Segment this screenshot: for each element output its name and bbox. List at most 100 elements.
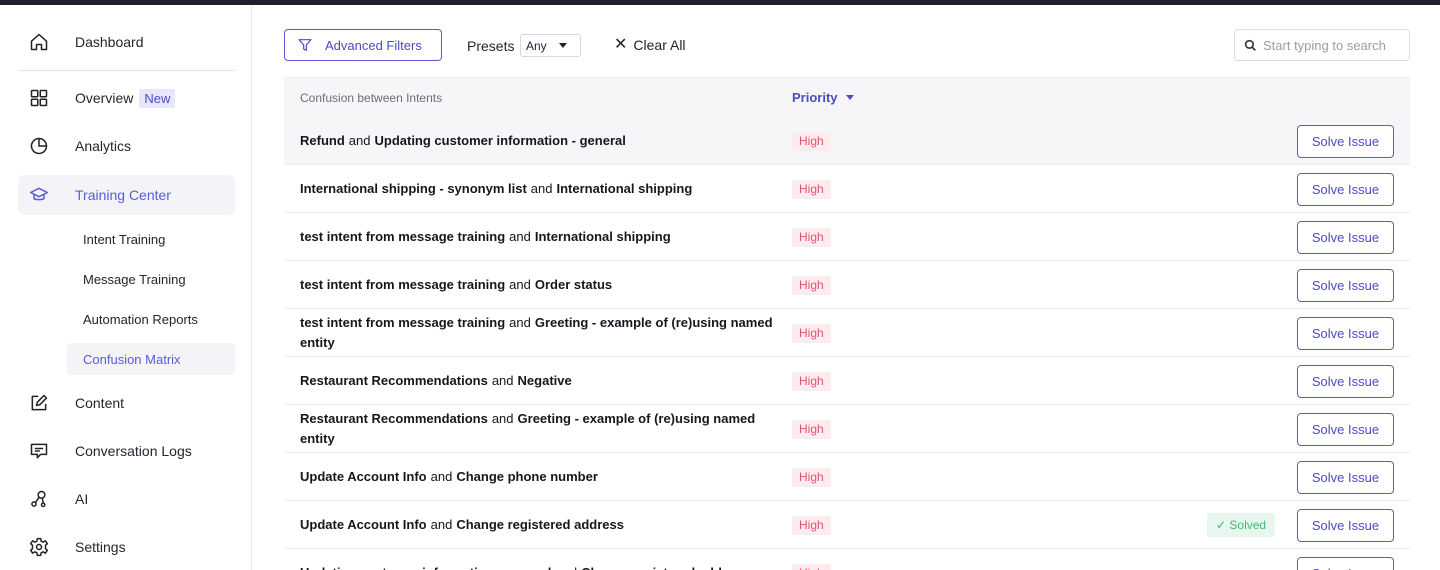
solve-issue-button[interactable]: Solve Issue bbox=[1297, 365, 1394, 398]
sidebar-item-label: Overview bbox=[75, 89, 134, 106]
intent-a: Restaurant Recommendations bbox=[300, 373, 488, 388]
priority-badge: High bbox=[792, 564, 831, 570]
sidebar-item-content[interactable]: Content bbox=[18, 383, 235, 423]
filter-icon bbox=[298, 39, 312, 51]
intent-b: Order status bbox=[534, 277, 613, 292]
intent-pair: Updating customer information - general a… bbox=[300, 549, 780, 570]
advanced-filters-button[interactable]: Advanced Filters bbox=[284, 29, 442, 61]
intent-pair: test intent from message training and Inte… bbox=[300, 213, 780, 261]
solve-issue-button[interactable]: Solve Issue bbox=[1297, 317, 1394, 350]
intent-a: test intent from message training bbox=[300, 229, 506, 244]
and-text: and bbox=[430, 517, 453, 532]
intent-pair: Restaurant Recommendations and Greeting - … bbox=[300, 405, 780, 453]
solve-issue-button[interactable]: Solve Issue bbox=[1297, 125, 1394, 158]
sidebar-item-dashboard[interactable]: Dashboard bbox=[18, 22, 235, 62]
sidebar-subitem-label: Intent Training bbox=[83, 231, 166, 247]
priority-badge: High bbox=[792, 132, 831, 151]
priority-badge: High bbox=[792, 180, 831, 199]
column-header-priority[interactable]: Priority bbox=[792, 90, 854, 105]
priority-badge: High bbox=[792, 276, 831, 295]
intent-a: test intent from message training bbox=[300, 315, 506, 330]
and-text: and bbox=[491, 411, 514, 426]
intent-a: Refund bbox=[300, 133, 345, 148]
intent-b: Change registered address bbox=[456, 517, 624, 532]
intent-pair: Update Account Info and Change phone numbe… bbox=[300, 453, 780, 501]
presets-select[interactable]: Any bbox=[520, 34, 581, 57]
table-row: Update Account Info and Change registered … bbox=[284, 501, 1410, 549]
sidebar-subitem-label: Message Training bbox=[83, 271, 186, 287]
sidebar-item-training-center[interactable]: Training Center bbox=[18, 175, 235, 215]
solve-issue-button[interactable]: Solve Issue bbox=[1297, 173, 1394, 206]
and-text: and bbox=[509, 229, 531, 244]
solve-issue-button[interactable]: Solve Issue bbox=[1297, 509, 1394, 542]
priority-badge: High bbox=[792, 516, 831, 535]
intent-pair: Update Account Info and Change registered … bbox=[300, 501, 780, 549]
sort-down-icon bbox=[845, 95, 854, 100]
priority-badge: High bbox=[792, 420, 831, 439]
sidebar-item-ai[interactable]: AI bbox=[18, 479, 235, 519]
search-icon bbox=[1244, 39, 1256, 51]
intent-b: Negative bbox=[517, 373, 572, 388]
new-badge: New bbox=[139, 88, 176, 108]
table-row: test intent from message training and Orde… bbox=[284, 261, 1410, 309]
table-row: International shipping - synonym list and… bbox=[284, 165, 1410, 213]
and-text: and bbox=[430, 469, 453, 484]
presets-value: Any bbox=[526, 38, 547, 53]
sidebar-subitem-message-training[interactable]: Message Training bbox=[67, 263, 235, 295]
solve-issue-button[interactable]: Solve Issue bbox=[1297, 557, 1394, 570]
and-text: and bbox=[509, 315, 531, 330]
sidebar-subitem-confusion-matrix[interactable]: Confusion Matrix bbox=[67, 343, 235, 375]
priority-badge: High bbox=[792, 228, 831, 247]
sidebar-item-label: Training Center bbox=[75, 187, 171, 203]
close-icon: ✕ bbox=[614, 36, 628, 53]
solve-issue-button[interactable]: Solve Issue bbox=[1297, 461, 1394, 494]
intent-b: Change registered address bbox=[581, 565, 749, 570]
sidebar-item-label: Analytics bbox=[75, 138, 132, 154]
table-row: Refund and Updating customer information -… bbox=[284, 117, 1410, 165]
advanced-filters-label: Advanced Filters bbox=[325, 37, 422, 53]
priority-badge: High bbox=[792, 372, 831, 391]
column-header-intents: Confusion between Intents bbox=[300, 91, 443, 105]
grid-icon bbox=[28, 87, 50, 109]
clear-all-button[interactable]: ✕ Clear All bbox=[614, 36, 686, 54]
and-text: and bbox=[491, 373, 514, 388]
intent-a: Update Account Info bbox=[300, 517, 427, 532]
pie-chart-icon bbox=[28, 135, 50, 157]
priority-sort-label: Priority bbox=[792, 90, 838, 105]
graduation-cap-icon bbox=[28, 184, 50, 206]
solve-issue-button[interactable]: Solve Issue bbox=[1297, 413, 1394, 446]
intent-a: test intent from message training bbox=[300, 277, 506, 292]
sidebar-item-settings[interactable]: Settings bbox=[18, 527, 235, 567]
intent-a: Restaurant Recommendations bbox=[300, 411, 488, 426]
intent-b: Change phone number bbox=[456, 469, 598, 484]
chat-icon bbox=[28, 440, 50, 462]
table-row: test intent from message training and Inte… bbox=[284, 213, 1410, 261]
intent-a: International shipping - synonym list bbox=[300, 181, 527, 196]
sidebar-subitem-automation-reports[interactable]: Automation Reports bbox=[67, 303, 235, 335]
sidebar-subitem-label: Confusion Matrix bbox=[83, 351, 181, 367]
sidebar-item-conversation-logs[interactable]: Conversation Logs bbox=[18, 431, 235, 471]
sidebar-item-label: Settings bbox=[75, 539, 126, 555]
gear-icon bbox=[28, 536, 50, 558]
sidebar-subitem-intent-training[interactable]: Intent Training bbox=[67, 223, 235, 255]
sidebar-item-overview[interactable]: Overview New bbox=[18, 78, 235, 118]
sidebar-item-analytics[interactable]: Analytics bbox=[18, 126, 235, 166]
intent-pair: Restaurant Recommendations and Negative bbox=[300, 357, 780, 405]
solved-badge: ✓ Solved bbox=[1207, 513, 1276, 537]
priority-badge: High bbox=[792, 324, 831, 343]
intent-a: Update Account Info bbox=[300, 469, 427, 484]
and-text: and bbox=[530, 181, 553, 196]
and-text: and bbox=[509, 277, 531, 292]
solve-issue-button[interactable]: Solve Issue bbox=[1297, 269, 1394, 302]
search-input[interactable] bbox=[1263, 37, 1403, 53]
sidebar-divider bbox=[18, 70, 235, 71]
and-text: and bbox=[348, 133, 371, 148]
intent-pair: test intent from message training and Gree… bbox=[300, 309, 780, 357]
sidebar-subitem-label: Automation Reports bbox=[83, 311, 198, 327]
intent-pair: International shipping - synonym list and… bbox=[300, 165, 780, 213]
intent-a: Updating customer information - general bbox=[300, 565, 551, 570]
table-row: Updating customer information - general a… bbox=[284, 549, 1410, 570]
search-box bbox=[1234, 29, 1410, 61]
solve-issue-button[interactable]: Solve Issue bbox=[1297, 221, 1394, 254]
table-row: test intent from message training and Gree… bbox=[284, 309, 1410, 357]
